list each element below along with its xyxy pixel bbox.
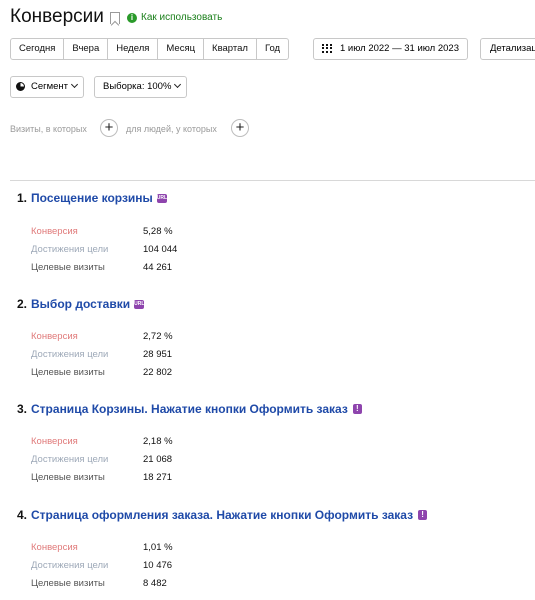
target-visits-value: 44 261 [143,262,173,273]
conversion-label: Конверсия [31,542,78,553]
achievements-label: Достижения цели [31,349,109,360]
goal-link[interactable]: Страница оформления заказа. Нажатие кноп… [31,508,413,522]
goal-title: 2. Выбор доставки URL [17,297,145,311]
achievements-label: Достижения цели [31,454,109,465]
detail-button[interactable]: Детализац [480,38,535,60]
add-people-filter-button[interactable]: + [231,119,249,137]
goal-title: 3. Страница Корзины. Нажатие кнопки Офор… [17,402,362,416]
conversion-label: Конверсия [31,226,78,237]
date-range-button[interactable]: 1 июл 2022 — 31 июл 2023 [313,38,468,60]
segment-pie-icon [16,82,25,91]
bookmark-icon[interactable] [110,12,120,24]
period-year-button[interactable]: Год [255,38,290,60]
chevron-down-icon [70,80,79,89]
conversion-value: 2,72 % [143,331,173,342]
period-yesterday-button[interactable]: Вчера [63,38,109,60]
period-month-button[interactable]: Месяц [157,38,205,60]
chevron-down-icon [174,80,182,89]
achievements-value: 104 044 [143,244,178,255]
calendar-icon [322,44,332,53]
info-icon: i [127,12,137,23]
how-to-use-link[interactable]: i Как использовать [127,12,222,23]
visits-filter-label: Визиты, в которых [10,124,87,134]
event-goal-icon: ! [352,404,362,414]
target-visits-label: Целевые визиты [31,262,105,273]
goal-title: 1. Посещение корзины URL [17,191,168,205]
period-button-group: Сегодня Вчера Неделя Месяц Квартал Год [10,38,290,60]
segment-label: Сегмент [31,81,69,92]
target-visits-value: 8 482 [143,578,167,589]
goal-link[interactable]: Выбор доставки [31,297,130,311]
conversion-label: Конверсия [31,331,78,342]
target-visits-label: Целевые визиты [31,472,105,483]
target-visits-label: Целевые визиты [31,578,105,589]
achievements-value: 28 951 [143,349,173,360]
sample-dropdown[interactable]: Выборка: 100% [94,76,188,98]
conversion-value: 1,01 % [143,542,173,553]
people-filter-label: для людей, у которых [126,124,217,134]
target-visits-label: Целевые визиты [31,367,105,378]
period-week-button[interactable]: Неделя [107,38,159,60]
url-goal-icon: URL [156,193,168,203]
divider [10,180,535,181]
achievements-label: Достижения цели [31,560,109,571]
target-visits-value: 22 802 [143,367,173,378]
conversion-value: 5,28 % [143,226,173,237]
page-title: Конверсии [10,6,104,27]
goal-link[interactable]: Страница Корзины. Нажатие кнопки Оформит… [31,402,348,416]
achievements-label: Достижения цели [31,244,109,255]
add-visits-filter-button[interactable]: + [100,119,118,137]
goal-link[interactable]: Посещение корзины [31,191,153,205]
achievements-value: 21 068 [143,454,173,465]
conversion-label: Конверсия [31,436,78,447]
period-quarter-button[interactable]: Квартал [203,38,257,60]
event-goal-icon: ! [418,510,428,520]
sample-label: Выборка: 100% [103,81,172,92]
conversion-value: 2,18 % [143,436,173,447]
period-today-button[interactable]: Сегодня [10,38,65,60]
how-to-use-label: Как использовать [141,12,223,23]
goal-title: 4. Страница оформления заказа. Нажатие к… [17,508,428,522]
achievements-value: 10 476 [143,560,173,571]
target-visits-value: 18 271 [143,472,173,483]
url-goal-icon: URL [134,299,145,309]
